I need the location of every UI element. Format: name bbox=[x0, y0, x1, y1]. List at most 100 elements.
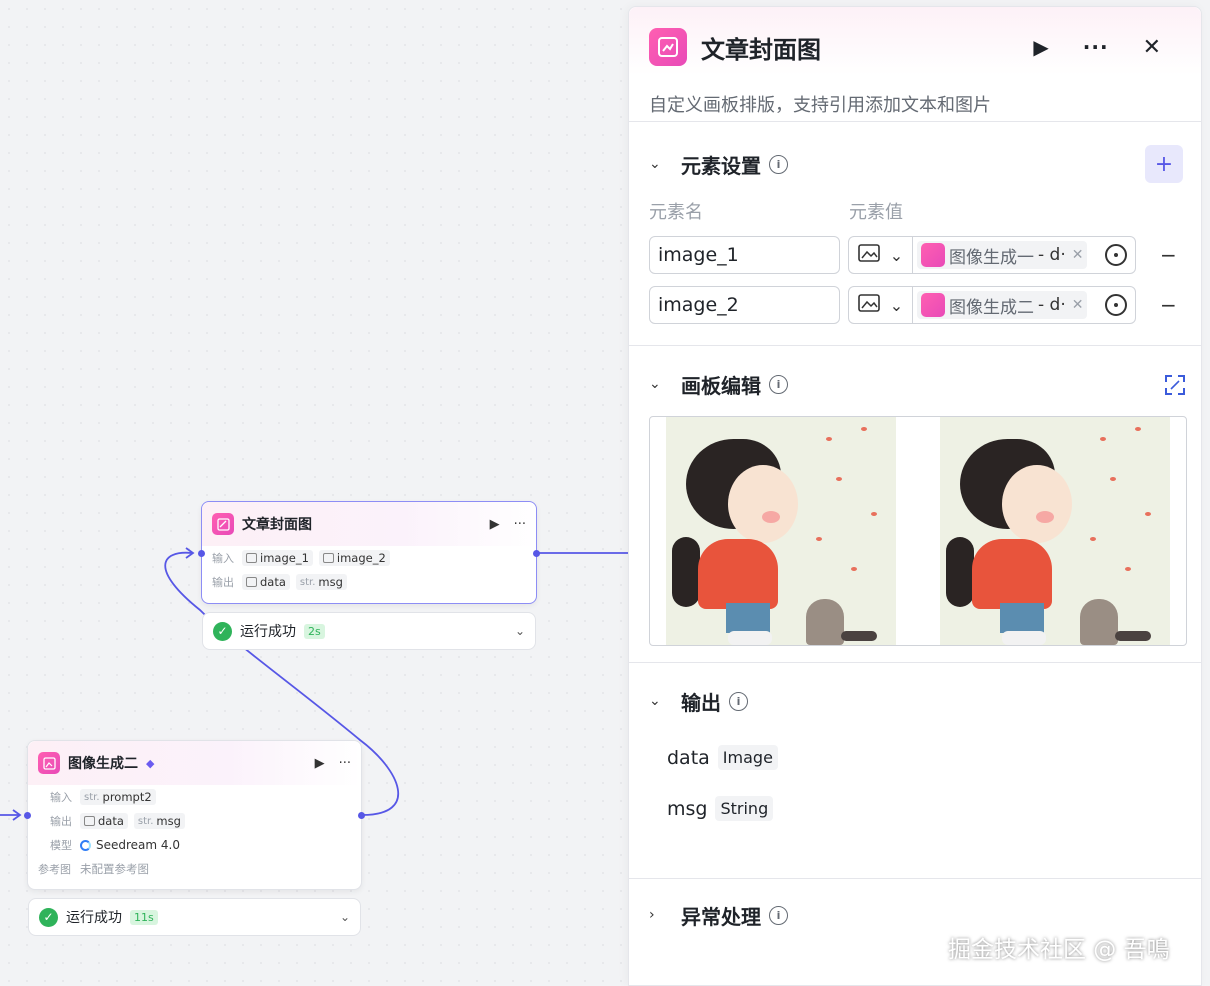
node-cover-title: 文章封面图 bbox=[242, 517, 312, 533]
input-tag-image1: image_1 bbox=[242, 550, 313, 566]
node-cover-inputs: 输入 image_1 image_2 bbox=[202, 546, 536, 570]
col-element-value: 元素值 bbox=[849, 202, 903, 223]
chevron-down-icon[interactable]: ⌄ bbox=[649, 376, 667, 392]
model-label: 模型 bbox=[50, 839, 72, 852]
premium-diamond-icon: ◆ bbox=[146, 756, 155, 770]
reference-field: - d· bbox=[1038, 245, 1066, 265]
node-cover-in-port[interactable] bbox=[198, 550, 205, 557]
ref-label: 参考图 bbox=[38, 863, 71, 876]
variable-ref-icon[interactable] bbox=[1105, 244, 1127, 266]
col-element-name: 元素名 bbox=[649, 202, 703, 223]
node-cover-status[interactable]: ✓ 运行成功 2s ⌄ bbox=[202, 612, 536, 650]
info-icon[interactable]: i bbox=[769, 905, 788, 925]
node-gen2-in-port[interactable] bbox=[24, 812, 31, 819]
element-row: image_2 ⌄ 图像生成二 - d· ✕ − bbox=[649, 286, 1183, 324]
element-value-field[interactable]: ⌄ 图像生成二 - d· ✕ bbox=[848, 286, 1136, 324]
node-cover-out-port[interactable] bbox=[533, 550, 540, 557]
output-tag-data: data bbox=[242, 574, 290, 590]
info-icon[interactable]: i bbox=[769, 374, 788, 394]
panel-title: 文章封面图 bbox=[701, 35, 821, 64]
node-gen2-out-port[interactable] bbox=[358, 812, 365, 819]
output-section: ⌄ 输出 i data Image msg String bbox=[629, 663, 1201, 879]
close-icon[interactable]: ✕ bbox=[1143, 35, 1161, 60]
status-text: 运行成功 bbox=[240, 624, 296, 640]
node-gen2-status[interactable]: ✓ 运行成功 11s ⌄ bbox=[28, 898, 361, 936]
seedream-icon bbox=[80, 839, 91, 851]
run-play-icon[interactable]: ▶ bbox=[1033, 35, 1048, 59]
reference-field: - d· bbox=[1038, 295, 1066, 315]
output-tag-msg: str. msg bbox=[133, 813, 185, 829]
fullscreen-icon[interactable] bbox=[1165, 375, 1185, 395]
image-gen-icon bbox=[921, 243, 945, 267]
duration-badge: 2s bbox=[304, 623, 325, 639]
node-gen2-outputs: 输出 data str. msg bbox=[28, 809, 361, 833]
chevron-down-icon: ⌄ bbox=[889, 245, 904, 265]
info-icon[interactable]: i bbox=[769, 154, 788, 174]
node-gen2[interactable]: 图像生成二 ◆ ▶ ··· 输入 str. prompt2 输出 data str… bbox=[24, 740, 365, 890]
output-type-badge: Image bbox=[717, 745, 778, 770]
input-tag-prompt2: str. prompt2 bbox=[80, 789, 156, 805]
status-text: 运行成功 bbox=[66, 910, 122, 926]
artboard-image-1[interactable] bbox=[666, 417, 896, 645]
variable-ref-icon[interactable] bbox=[1105, 294, 1127, 316]
chevron-right-icon[interactable]: › bbox=[649, 907, 667, 923]
elements-title: 元素设置 bbox=[681, 153, 761, 178]
artboard-preview[interactable] bbox=[649, 416, 1187, 646]
node-cover[interactable]: 文章封面图 ▶ ··· 输入 image_1 image_2 输出 data s… bbox=[198, 501, 540, 604]
image-icon bbox=[322, 553, 334, 563]
output-label: 输出 bbox=[212, 576, 234, 589]
chevron-down-icon: ⌄ bbox=[889, 295, 904, 315]
value-type-select[interactable]: ⌄ bbox=[849, 237, 913, 273]
watermark: 掘金技术社区 @ 吾鳴 bbox=[948, 937, 1170, 963]
more-icon[interactable]: ··· bbox=[1083, 35, 1109, 59]
element-name-input[interactable]: image_2 bbox=[649, 286, 840, 324]
reference-chip[interactable]: 图像生成二 - d· ✕ bbox=[917, 291, 1088, 319]
node-cover-play-icon[interactable]: ▶ bbox=[490, 517, 500, 532]
output-item-data: data Image bbox=[649, 745, 1183, 770]
info-icon[interactable]: i bbox=[729, 691, 748, 711]
image-icon bbox=[246, 577, 257, 587]
chevron-down-icon[interactable]: ⌄ bbox=[649, 693, 667, 709]
edge-into-gen2-arrow bbox=[12, 809, 22, 821]
reference-chip[interactable]: 图像生成一 - d· ✕ bbox=[917, 241, 1088, 269]
panel-header: 文章封面图 ▶ ··· ✕ 自定义画板排版，支持引用添加文本和图片 bbox=[629, 7, 1201, 122]
reference-source: 图像生成一 bbox=[949, 247, 1034, 268]
chevron-down-icon[interactable]: ⌄ bbox=[649, 156, 667, 172]
edge-arrow-head bbox=[185, 547, 195, 559]
output-type-badge: String bbox=[715, 796, 774, 821]
input-label: 输入 bbox=[212, 552, 234, 565]
remove-element-button[interactable]: − bbox=[1160, 243, 1177, 267]
remove-chip-icon[interactable]: ✕ bbox=[1072, 297, 1084, 313]
node-gen2-ref: 参考图 未配置参考图 bbox=[28, 857, 361, 881]
element-name-input[interactable]: image_1 bbox=[649, 236, 840, 274]
artboard-image-2[interactable] bbox=[940, 417, 1170, 645]
chevron-down-icon[interactable]: ⌄ bbox=[340, 910, 350, 924]
output-tag-data: data bbox=[80, 813, 128, 829]
value-type-select[interactable]: ⌄ bbox=[849, 287, 913, 323]
reference-source: 图像生成二 bbox=[949, 297, 1034, 318]
exception-section: › 异常处理 i bbox=[629, 879, 1201, 935]
node-gen2-header: 图像生成二 ◆ ▶ ··· bbox=[28, 741, 361, 785]
remove-element-button[interactable]: − bbox=[1160, 293, 1177, 317]
element-value-field[interactable]: ⌄ 图像生成一 - d· ✕ bbox=[848, 236, 1136, 274]
add-element-button[interactable]: + bbox=[1145, 145, 1183, 183]
image-icon bbox=[858, 244, 880, 266]
exception-title: 异常处理 bbox=[681, 904, 761, 929]
remove-chip-icon[interactable]: ✕ bbox=[1072, 247, 1084, 263]
duration-badge: 11s bbox=[130, 909, 158, 925]
input-tag-image2: image_2 bbox=[318, 550, 390, 566]
image-icon bbox=[858, 294, 880, 316]
node-cover-more-icon[interactable]: ··· bbox=[514, 517, 526, 532]
input-label: 输入 bbox=[50, 791, 72, 804]
node-gen2-more-icon[interactable]: ··· bbox=[339, 756, 351, 771]
output-label: 输出 bbox=[50, 815, 72, 828]
node-gen2-play-icon[interactable]: ▶ bbox=[315, 756, 325, 771]
panel-description: 自定义画板排版，支持引用添加文本和图片 bbox=[649, 95, 991, 116]
image-icon bbox=[246, 553, 257, 563]
chevron-down-icon[interactable]: ⌄ bbox=[515, 624, 525, 638]
output-name: msg bbox=[667, 797, 708, 820]
output-name: data bbox=[667, 746, 710, 769]
output-item-msg: msg String bbox=[649, 796, 1183, 821]
node-cover-outputs: 输出 data str. msg bbox=[202, 570, 536, 594]
element-row: image_1 ⌄ 图像生成一 - d· ✕ − bbox=[649, 236, 1183, 274]
